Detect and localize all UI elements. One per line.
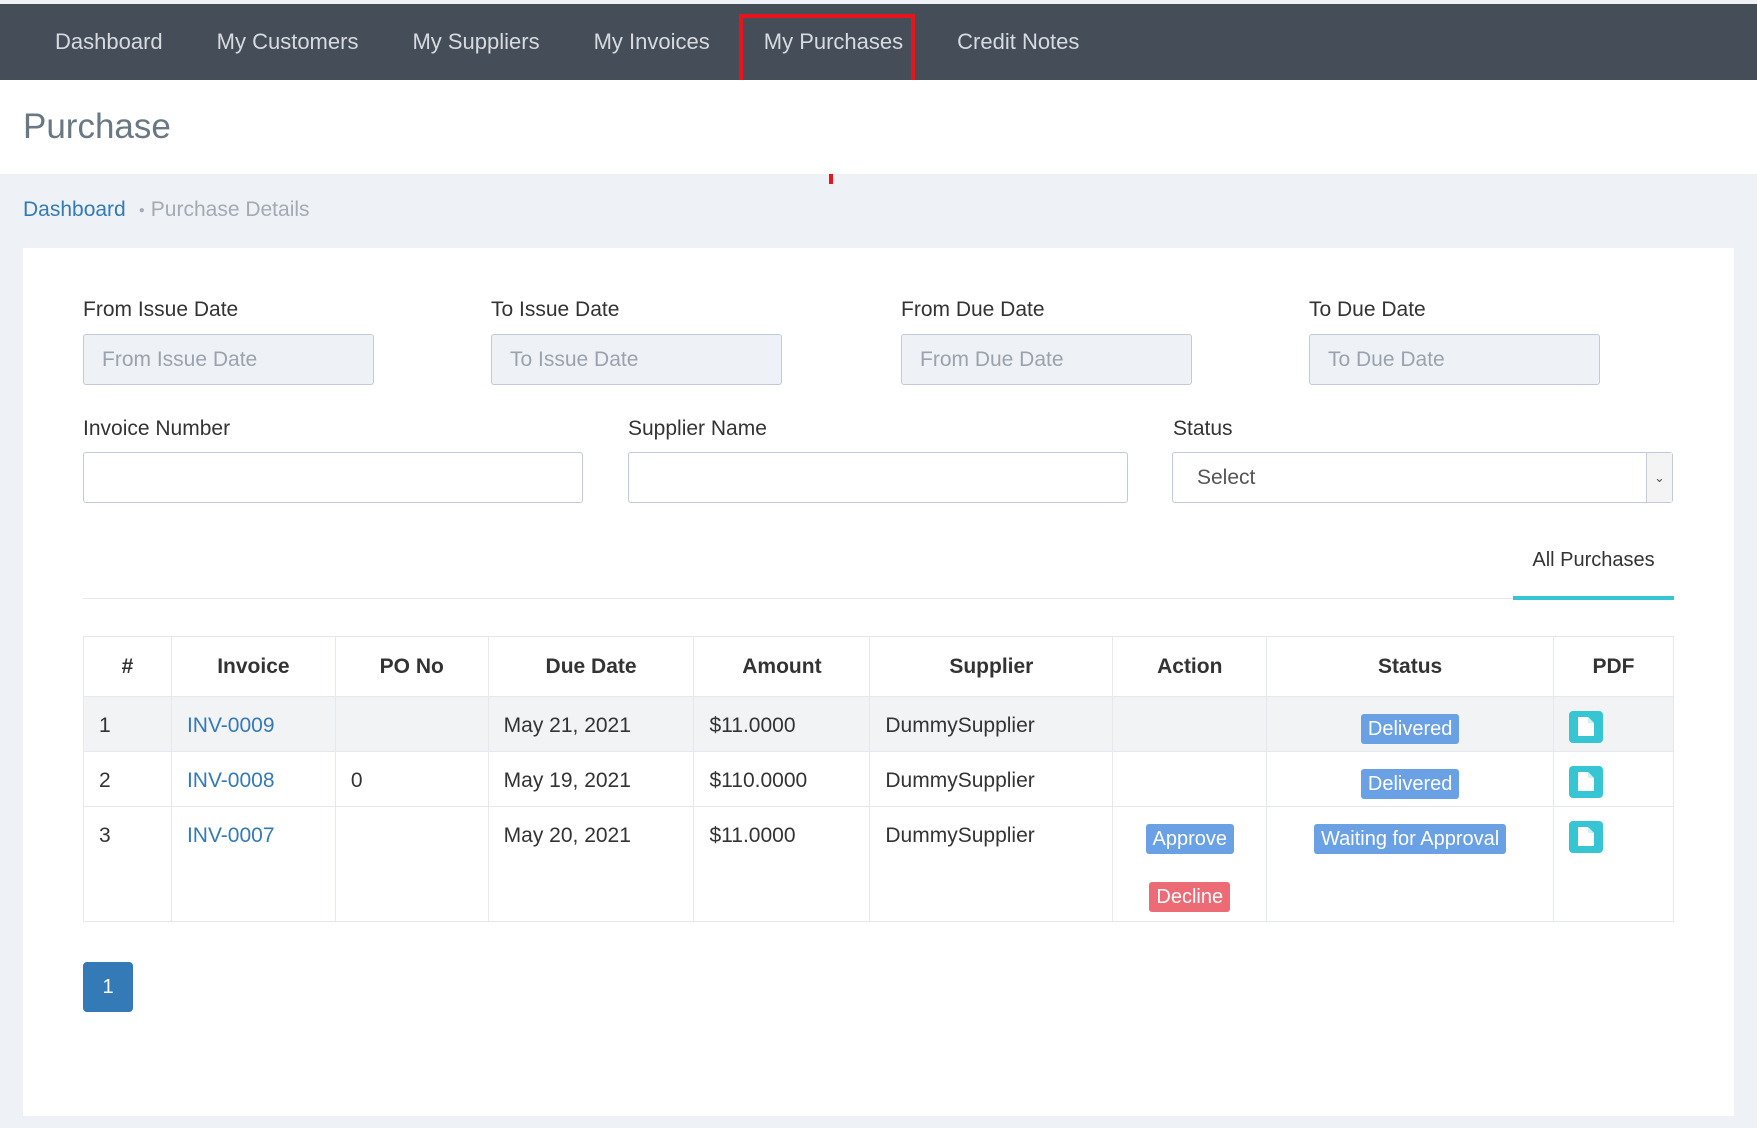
cell-status: Delivered — [1266, 751, 1555, 807]
cell-due-date: May 21, 2021 — [487, 696, 695, 752]
status-badge: Waiting for Approval — [1314, 824, 1507, 854]
tab-all-purchases[interactable]: All Purchases — [1513, 544, 1674, 600]
cell-invoice: INV-0008 — [170, 751, 336, 807]
to-issue-date-label: To Issue Date — [491, 298, 620, 321]
cell-amount: $11.0000 — [693, 696, 871, 752]
status-select[interactable]: Select ⌄ — [1172, 452, 1673, 503]
cell-po-no — [334, 696, 489, 752]
cell-action: Approve Decline — [1112, 806, 1268, 922]
table-row: 3 INV-0007 May 20, 2021 $11.0000 DummySu… — [83, 806, 1674, 922]
invoice-link[interactable]: INV-0007 — [187, 824, 275, 847]
cell-number: 3 — [83, 806, 172, 922]
from-issue-date-input[interactable] — [83, 334, 374, 385]
to-due-date-label: To Due Date — [1309, 298, 1426, 321]
col-header-number: # — [83, 636, 172, 697]
purchases-table: # Invoice PO No Due Date Amount Supplier… — [83, 636, 1674, 922]
supplier-name-input[interactable] — [628, 452, 1128, 503]
file-icon — [1578, 772, 1595, 791]
from-due-date-input[interactable] — [901, 334, 1192, 385]
col-header-status: Status — [1266, 636, 1555, 697]
table-header-row: # Invoice PO No Due Date Amount Supplier… — [83, 636, 1674, 697]
cell-supplier: DummySupplier — [869, 806, 1114, 922]
col-header-pdf: PDF — [1553, 636, 1674, 697]
cell-number: 1 — [83, 696, 172, 752]
page-header: Purchase — [0, 80, 1757, 174]
invoice-number-label: Invoice Number — [83, 417, 231, 440]
decline-button[interactable]: Decline — [1149, 882, 1231, 912]
purchase-card: From Issue Date To Issue Date From Due D… — [23, 248, 1734, 1116]
cell-number: 2 — [83, 751, 172, 807]
cell-pdf — [1553, 751, 1674, 807]
breadcrumb: Dashboard ● Purchase Details — [23, 198, 310, 222]
table-row: 1 INV-0009 May 21, 2021 $11.0000 DummySu… — [83, 696, 1674, 752]
col-header-amount: Amount — [693, 636, 871, 697]
invoice-link[interactable]: INV-0009 — [187, 714, 275, 737]
invoice-number-input[interactable] — [83, 452, 583, 503]
annotation-highlight-box — [739, 14, 915, 89]
status-select-value: Select — [1197, 466, 1256, 489]
cell-pdf — [1553, 806, 1674, 922]
invoice-link[interactable]: INV-0008 — [187, 769, 275, 792]
to-due-date-input[interactable] — [1309, 334, 1600, 385]
status-badge: Delivered — [1360, 769, 1460, 799]
table-row: 2 INV-0008 0 May 19, 2021 $110.0000 Dumm… — [83, 751, 1674, 807]
nav-credit-notes[interactable]: Credit Notes — [930, 4, 1106, 80]
pdf-download-button[interactable] — [1569, 766, 1604, 798]
cell-amount: $110.0000 — [693, 751, 871, 807]
page-title: Purchase — [23, 107, 171, 146]
pagination-page-button[interactable]: 1 — [83, 962, 133, 1012]
col-header-invoice: Invoice — [170, 636, 336, 697]
chevron-down-icon: ⌄ — [1646, 453, 1672, 502]
status-label: Status — [1173, 417, 1233, 440]
cell-pdf — [1553, 696, 1674, 752]
col-header-due-date: Due Date — [487, 636, 695, 697]
cell-action — [1112, 696, 1268, 752]
cell-supplier: DummySupplier — [869, 751, 1114, 807]
from-due-date-label: From Due Date — [901, 298, 1045, 321]
to-issue-date-input[interactable] — [491, 334, 782, 385]
cell-due-date: May 19, 2021 — [487, 751, 695, 807]
cell-po-no: 0 — [334, 751, 489, 807]
cell-supplier: DummySupplier — [869, 696, 1114, 752]
supplier-name-label: Supplier Name — [628, 417, 767, 440]
file-icon — [1578, 717, 1595, 736]
status-badge: Delivered — [1360, 714, 1460, 744]
cell-due-date: May 20, 2021 — [487, 806, 695, 922]
col-header-action: Action — [1112, 636, 1268, 697]
cell-invoice: INV-0009 — [170, 696, 336, 752]
from-issue-date-label: From Issue Date — [83, 298, 239, 321]
file-icon — [1578, 827, 1595, 846]
cell-amount: $11.0000 — [693, 806, 871, 922]
tab-divider — [83, 598, 1673, 599]
col-header-supplier: Supplier — [869, 636, 1114, 697]
nav-my-customers[interactable]: My Customers — [190, 4, 386, 80]
pdf-download-button[interactable] — [1569, 711, 1604, 743]
cell-action — [1112, 751, 1268, 807]
nav-dashboard[interactable]: Dashboard — [28, 4, 190, 80]
breadcrumb-dot-icon: ● — [138, 204, 145, 216]
col-header-po-no: PO No — [334, 636, 489, 697]
breadcrumb-current: Purchase Details — [150, 198, 310, 221]
cell-invoice: INV-0007 — [170, 806, 336, 922]
nav-my-invoices[interactable]: My Invoices — [567, 4, 737, 80]
cell-po-no — [334, 806, 489, 922]
cell-status: Delivered — [1266, 696, 1555, 752]
nav-my-suppliers[interactable]: My Suppliers — [385, 4, 566, 80]
cell-status: Waiting for Approval — [1266, 806, 1555, 922]
breadcrumb-dashboard-link[interactable]: Dashboard — [23, 198, 126, 222]
pdf-download-button[interactable] — [1569, 821, 1604, 853]
approve-button[interactable]: Approve — [1145, 824, 1235, 854]
